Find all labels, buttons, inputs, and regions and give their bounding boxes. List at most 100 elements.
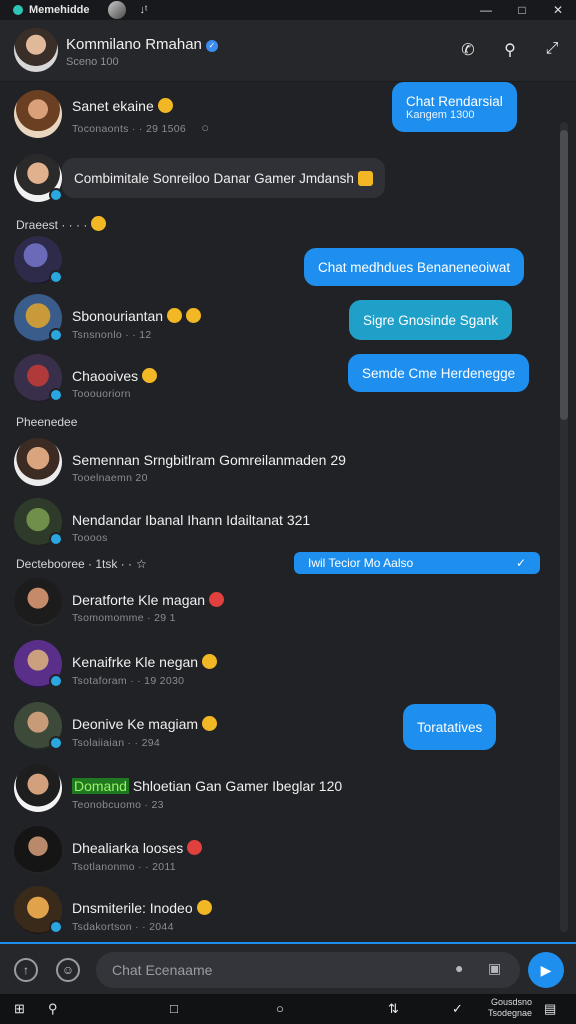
avatar	[14, 438, 62, 486]
list-item[interactable]: Domand Shloetian Gan Gamer Ibeglar 120 T…	[0, 762, 556, 818]
clock-line2: Tsodegnae	[487, 1008, 532, 1018]
list-item[interactable]: Dnsmiterile: Inodeo Tsdakortson · · 2044	[0, 884, 556, 940]
user-name-text: Dhealiarka looses	[72, 840, 184, 856]
user-name: Semennan Srngbitlram Gomreilanmaden 29	[72, 452, 346, 468]
message-text: Iwil Tecior Mo Aalso	[308, 556, 414, 570]
section-header: Dectebooree · 1tsk · · ☆	[16, 557, 147, 571]
user-name-text: Chaooives	[72, 368, 139, 384]
message-bubble-sent[interactable]: Chat Rendarsial Kangem 1300	[392, 82, 517, 132]
online-badge-icon	[49, 674, 63, 688]
user-name-text: Shloetian Gan Gamer Ibeglar 120	[132, 778, 343, 794]
taskbar-clock[interactable]: Gousdsno Tsodegnae	[488, 997, 532, 1019]
user-name: Deonive Ke magiam	[72, 716, 218, 732]
notifications-icon[interactable]: ▤	[544, 1001, 556, 1017]
scrollbar-thumb[interactable]	[560, 130, 568, 420]
message-meta: Toconaonts · · 29 1506 ○	[72, 120, 209, 135]
online-badge-icon	[49, 736, 63, 750]
message-composer: ↑ ☺ Chat Ecenaame ● ▣ ▶	[0, 942, 576, 994]
avatar	[14, 354, 63, 402]
message-subtext: Kangem 1300	[406, 108, 475, 121]
attach-icon[interactable]: ↑	[14, 958, 38, 982]
message-meta: Tsomomomme · 29 1	[72, 612, 176, 624]
message-text: Combimitale Sonreiloo Danar Gamer Jmdans…	[74, 170, 354, 186]
maximize-button[interactable]: □	[504, 0, 540, 20]
emoji-icon	[157, 98, 173, 113]
mic-icon[interactable]: ●	[455, 960, 463, 976]
user-name: Dnsmiterile: Inodeo	[72, 900, 212, 916]
expand-icon[interactable]: ⤢	[542, 40, 562, 60]
list-item[interactable]: Kenaifrke Kle negan Tsotaforam · · 19 20…	[0, 638, 556, 694]
contact-name[interactable]: Kommilano Rmahan ✓	[66, 36, 218, 53]
online-badge-icon	[49, 270, 63, 284]
minimize-button[interactable]: —	[468, 0, 504, 20]
search-icon[interactable]: ⚲	[500, 40, 520, 60]
call-icon[interactable]: ✆	[458, 40, 478, 60]
titlebar-avatar[interactable]	[107, 1, 126, 19]
send-button[interactable]: ▶	[528, 952, 564, 988]
message-bubble-sent[interactable]: Iwil Tecior Mo Aalso ✓	[294, 552, 540, 574]
list-item[interactable]: Nendandar Ibanal Ihann Idailtanat 321 To…	[0, 496, 556, 552]
section-header-text: Dectebooree · 1tsk · ·	[16, 557, 133, 571]
user-name: Domand Shloetian Gan Gamer Ibeglar 120	[72, 778, 342, 794]
circle-icon[interactable]: ○	[276, 1001, 284, 1016]
message-bubble-sent[interactable]: Sigre Gnosinde Sgank	[349, 300, 513, 340]
list-item[interactable]: Semennan Srngbitlram Gomreilanmaden 29 T…	[0, 436, 556, 492]
check-icon[interactable]: ✓	[452, 1001, 463, 1017]
section-header: Draeest · · · ·	[16, 216, 107, 232]
message-bubble-sent[interactable]: Chat medhdues Benaneneoiwat	[304, 248, 525, 286]
start-icon[interactable]: ⊞	[14, 1001, 25, 1017]
avatar	[14, 886, 63, 934]
message-meta: Tsotlanonmo · · 2011	[72, 861, 176, 873]
emoji-icon	[91, 216, 107, 231]
user-name: Chaooives	[72, 368, 158, 384]
emoji-picker-icon[interactable]: ☺	[56, 958, 80, 982]
message-bubble-sent[interactable]: Semde Cme Herdenegge	[348, 354, 530, 392]
window-controls: — □ ✕	[468, 0, 576, 20]
contact-avatar[interactable]	[14, 28, 58, 72]
avatar	[14, 90, 62, 138]
list-item[interactable]: Deratforte Kle magan Tsomomomme · 29 1	[0, 576, 556, 632]
avatar	[14, 236, 63, 284]
message-meta: Toooos	[72, 532, 108, 544]
message-bubble-received[interactable]: Combimitale Sonreiloo Danar Gamer Jmdans…	[62, 158, 385, 198]
user-name: Dhealiarka looses	[72, 840, 203, 856]
titlebar-tab[interactable]: ↓ᵗ	[140, 4, 148, 16]
chat-message-list[interactable]: Sanet ekaine Toconaonts · · 29 1506 ○ Co…	[0, 82, 576, 942]
emoji-icon	[167, 308, 183, 323]
message-meta: Tsdakortson · · 2044	[72, 921, 174, 933]
user-name: Sanet ekaine	[72, 98, 173, 114]
avatar	[14, 154, 63, 202]
star-icon: ☆	[136, 557, 147, 571]
search-icon[interactable]: ⚲	[48, 1001, 58, 1017]
emoji-icon	[186, 308, 202, 323]
avatar	[14, 498, 63, 546]
checkmark-icon: ✓	[515, 556, 526, 570]
avatar	[14, 702, 63, 750]
task-view-icon[interactable]: □	[170, 1001, 178, 1016]
tray-icon[interactable]: ⇅	[388, 1001, 399, 1017]
close-button[interactable]: ✕	[540, 0, 576, 20]
message-input-placeholder: Chat Ecenaame	[112, 962, 213, 978]
user-name-text: Dnsmiterile: Inodeo	[72, 900, 193, 916]
user-name-text: Kenaifrke Kle negan	[72, 654, 199, 670]
contact-status: Sceno 100	[66, 56, 119, 68]
list-item[interactable]: Dhealiarka looses Tsotlanonmo · · 2011	[0, 824, 556, 880]
user-name: Kenaifrke Kle negan	[72, 654, 218, 670]
chat-header: Kommilano Rmahan ✓ Sceno 100 ✆ ⚲ ⤢	[0, 20, 576, 82]
avatar	[14, 826, 62, 874]
emoji-icon	[196, 900, 212, 915]
user-name: Nendandar Ibanal Ihann Idailtanat 321	[72, 512, 311, 528]
message-meta-text: Toconaonts · · 29 1506	[72, 123, 187, 135]
message-text: Chat Rendarsial	[406, 93, 503, 109]
image-icon[interactable]: ▣	[488, 960, 501, 977]
avatar	[14, 764, 62, 812]
avatar	[14, 640, 63, 688]
list-item[interactable]: Combimitale Sonreiloo Danar Gamer Jmdans…	[0, 152, 556, 208]
emoji-icon	[209, 592, 225, 607]
user-name: Deratforte Kle magan	[72, 592, 225, 608]
online-badge-icon	[49, 388, 63, 402]
message-bubble-sent[interactable]: Toratatives	[403, 704, 497, 750]
message-meta: Tooelnaemn 20	[72, 472, 148, 484]
verified-icon: ✓	[205, 40, 218, 52]
section-header: Pheenedee	[16, 415, 78, 429]
